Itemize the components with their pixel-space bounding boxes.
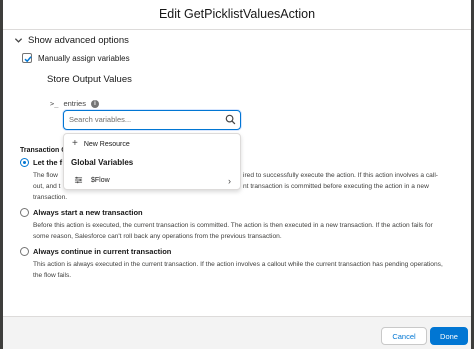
checkmark-icon (24, 56, 32, 63)
show-advanced-options-toggle[interactable]: Show advanced options (14, 34, 129, 46)
option-always-continue-desc: This action is always executed in the cu… (33, 261, 443, 279)
option-always-continue-title: Always continue in current transaction (33, 247, 172, 256)
flow-variable-option[interactable]: $Flow › (72, 176, 234, 186)
chevron-down-icon (14, 37, 23, 43)
option-let-flow-decide-desc-line2-right: nt transaction is committed before execu… (243, 183, 429, 190)
radio-always-start-new-transaction[interactable] (20, 208, 29, 217)
variables-dropdown: + New Resource Global Variables $Flow › (63, 133, 241, 190)
info-icon[interactable]: i (90, 99, 99, 108)
search-variables-input[interactable] (64, 111, 214, 128)
transaction-control-heading: Transaction C (20, 147, 67, 154)
option-always-start-new-title: Always start a new transaction (33, 208, 143, 217)
radio-always-continue-current-transaction[interactable] (20, 247, 29, 256)
manually-assign-label: Manually assign variables (38, 53, 130, 63)
modal-footer: Cancel Done (3, 316, 471, 349)
manually-assign-checkbox[interactable] (22, 53, 32, 63)
modal-title: Edit GetPicklistValuesAction (158, 7, 316, 21)
show-advanced-options-label: Show advanced options (28, 34, 129, 46)
global-variables-heading: Global Variables (71, 158, 134, 167)
done-button[interactable]: Done (430, 327, 468, 345)
new-resource-option[interactable]: + New Resource (72, 139, 130, 149)
cancel-button[interactable]: Cancel (381, 327, 427, 345)
entries-label: entries (63, 99, 86, 108)
option-let-flow-decide-desc-line2-left: out, and t (33, 183, 61, 190)
output-variable-icon: >_ (50, 99, 59, 108)
plus-icon: + (72, 138, 78, 149)
modal-header: Edit GetPicklistValuesAction (3, 0, 471, 30)
option-let-flow-decide-title: Let the f (33, 158, 63, 167)
new-resource-label: New Resource (83, 140, 130, 148)
option-let-flow-decide-desc-line1-left: The flow (33, 172, 58, 179)
backdrop-left-edge (0, 0, 3, 349)
option-let-flow-decide-desc-line3: transaction. (33, 194, 68, 201)
entries-search-combobox[interactable] (63, 110, 241, 130)
option-let-flow-decide-desc-line1-right: ired to successfully execute the action.… (243, 172, 438, 179)
flow-variable-label: $Flow (91, 176, 110, 184)
entries-field-label-row: >_ entries i (50, 99, 99, 108)
manually-assign-variables-row[interactable]: Manually assign variables (22, 53, 130, 63)
sliders-icon (74, 176, 83, 184)
store-output-values-title: Store Output Values (47, 74, 132, 85)
chevron-right-icon: › (228, 176, 231, 186)
radio-let-flow-decide[interactable] (20, 158, 29, 167)
option-always-start-new-desc: Before this action is executed, the curr… (33, 222, 433, 240)
search-icon (225, 114, 236, 125)
